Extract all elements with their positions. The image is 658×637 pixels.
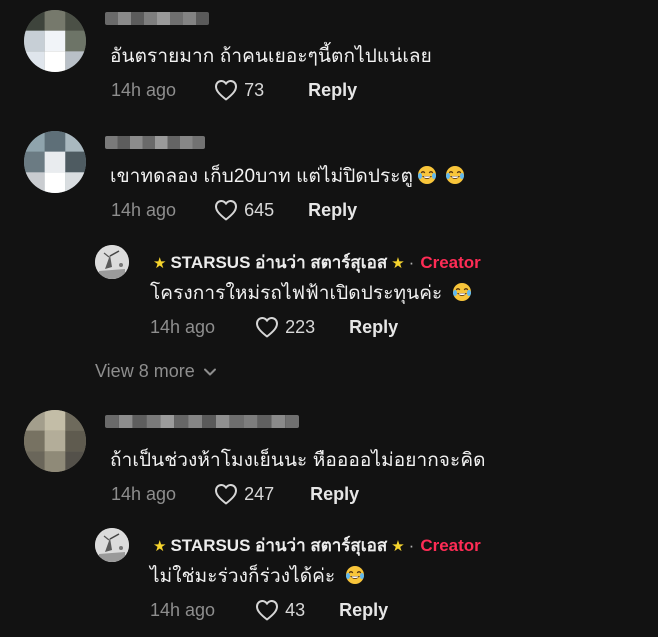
comment-meta: 14h ago 645 Reply [111,198,357,222]
comment-text: อันตรายมาก ถ้าคนเยอะๆนี้ตกไปแน่เลย [110,46,432,67]
comment-meta: 14h ago 73 Reply [111,78,357,102]
creator-author-line: ★ STARSUS อ่านว่า สตาร์สุเอส ★ · Creator [153,532,481,559]
reply-timestamp: 14h ago [150,599,216,620]
reply-button[interactable]: Reply [339,600,388,621]
star-icon: ★ [153,537,167,555]
reply-text: ไม่ใช่มะร่วงก็ร่วงได้ค่ะ [150,561,365,591]
comment-text: เขาทดลอง เก็บ20บาท แต่ไม่ปิดประตู [110,161,465,191]
blurred-avatar-image [24,10,86,72]
laughing-tears-emoji-icon [346,566,365,584]
creator-badge: Creator [420,252,481,272]
like-count: 43 [285,599,306,620]
reply-meta: 14h ago 223 Reply [150,315,398,339]
avatar[interactable] [24,10,86,72]
separator-dot: · [408,252,415,272]
laughing-tears-emoji-icon [418,166,437,184]
like-count: 645 [244,199,275,220]
creator-avatar-image [95,245,129,279]
blurred-avatar-image [24,410,86,472]
like-button[interactable]: 645 [214,199,274,221]
like-count: 223 [285,316,316,337]
heart-outline-icon [256,317,279,338]
reply-button[interactable]: Reply [308,80,357,101]
reply-meta: 14h ago 43 Reply [150,598,388,622]
comment-text-content: เขาทดลอง เก็บ20บาท แต่ไม่ปิดประตู [110,166,414,187]
laughing-tears-emoji-icon [453,283,472,301]
heart-outline-icon [215,200,238,221]
creator-avatar[interactable] [95,528,129,562]
comment-timestamp: 14h ago [111,483,177,504]
heart-outline-icon [215,80,238,101]
avatar[interactable] [24,131,86,193]
like-button[interactable]: 223 [255,316,315,338]
comment-text: ถ้าเป็นช่วงห้าโมงเย็นนะ หืออออไม่อยากจะค… [110,450,486,471]
creator-username[interactable]: STARSUS อ่านว่า สตาร์สุเอส [170,249,387,276]
reply-button[interactable]: Reply [349,317,398,338]
blurred-avatar-image [24,131,86,193]
like-button[interactable]: 247 [214,483,274,505]
like-count: 73 [244,79,265,100]
reply-text: โครงการใหม่รถไฟฟ้าเปิดประทุนค่ะ [150,278,472,308]
heart-outline-icon [256,600,279,621]
reply-button[interactable]: Reply [310,484,359,505]
like-count: 247 [244,483,275,504]
view-more-label: View 8 more [95,361,195,381]
laughing-tears-emoji-icon [446,166,465,184]
creator-badge: Creator [420,535,481,555]
like-button[interactable]: 73 [214,79,264,101]
reply-timestamp: 14h ago [150,316,216,337]
comment-timestamp: 14h ago [111,79,177,100]
creator-avatar[interactable] [95,245,129,279]
star-icon: ★ [391,254,405,272]
like-button[interactable]: 43 [255,599,305,621]
star-icon: ★ [153,254,167,272]
chevron-down-icon [203,368,216,375]
separator-dot: · [408,535,415,555]
username-blurred[interactable] [105,136,205,149]
creator-avatar-image [95,528,129,562]
view-more-replies-button[interactable]: View 8 more [95,361,217,382]
reply-button[interactable]: Reply [308,200,357,221]
username-blurred[interactable] [105,415,299,428]
heart-outline-icon [215,484,238,505]
comment-timestamp: 14h ago [111,199,177,220]
username-blurred[interactable] [105,12,209,25]
comment-meta: 14h ago 247 Reply [111,482,359,506]
creator-author-line: ★ STARSUS อ่านว่า สตาร์สุเอส ★ · Creator [153,249,481,276]
creator-username[interactable]: STARSUS อ่านว่า สตาร์สุเอส [170,532,387,559]
avatar[interactable] [24,410,86,472]
reply-text-content: ไม่ใช่มะร่วงก็ร่วงได้ค่ะ [150,566,336,587]
reply-text-content: โครงการใหม่รถไฟฟ้าเปิดประทุนค่ะ [150,283,443,304]
star-icon: ★ [391,537,405,555]
